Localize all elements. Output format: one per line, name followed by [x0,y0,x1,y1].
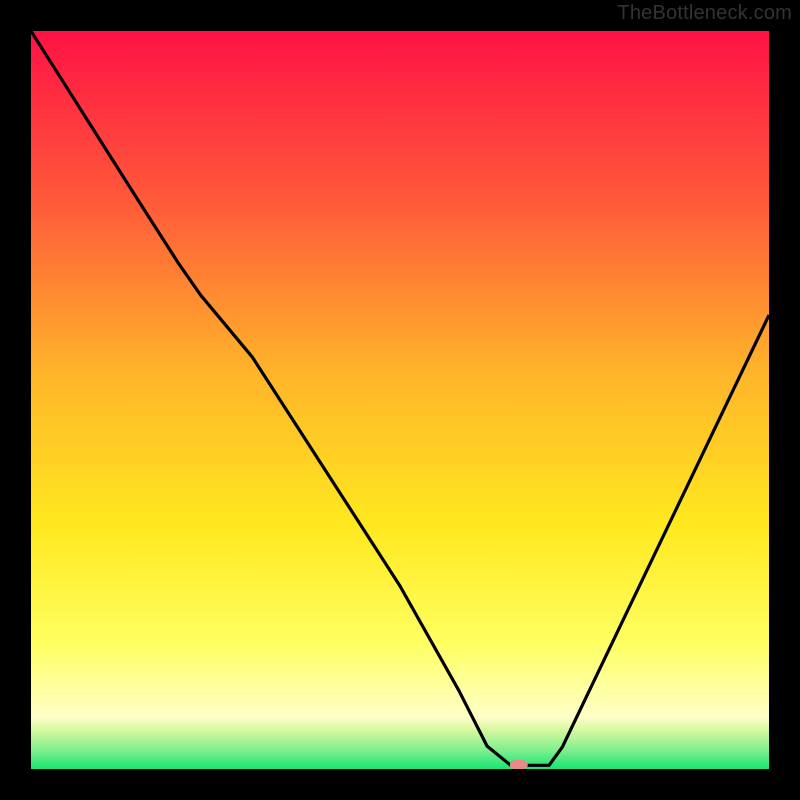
plot-area [31,31,769,769]
gradient-band-top [31,31,769,717]
gradient-band-bottom [31,717,769,769]
watermark-text: TheBottleneck.com [617,2,792,25]
canvas: TheBottleneck.com [0,0,800,800]
chart-svg [31,31,769,769]
